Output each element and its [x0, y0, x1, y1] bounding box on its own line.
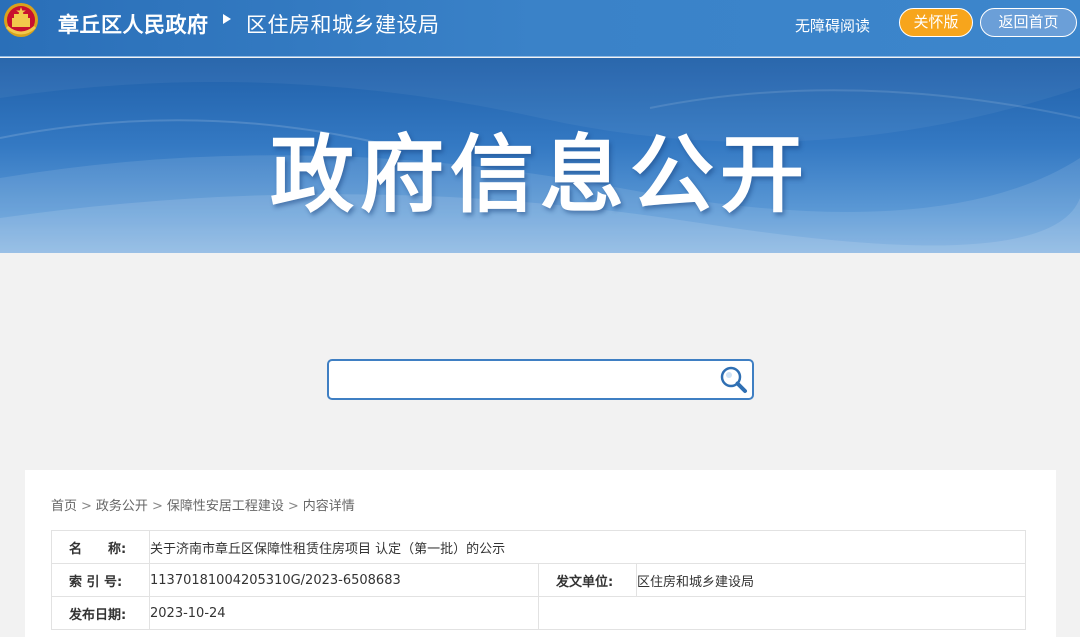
index-value: 11370181004205310G/2023-6508683 — [150, 572, 401, 588]
care-version-button[interactable]: 关怀版 — [899, 8, 973, 37]
search-input[interactable] — [335, 365, 715, 394]
breadcrumb-separator: > — [81, 499, 92, 514]
breadcrumb-detail: 内容详情 — [302, 499, 355, 514]
top-header: 章丘区人民政府 区住房和城乡建设局 无障碍阅读 关怀版 返回首页 — [0, 0, 1080, 57]
table-row: 名 称: 关于济南市章丘区保障性租赁住房项目 认定（第一批）的公示 — [51, 530, 1026, 564]
breadcrumb: 首页 > 政务公开 > 保障性安居工程建设 > 内容详情 — [51, 495, 355, 514]
site-name[interactable]: 章丘区人民政府 — [58, 9, 209, 39]
triangle-arrow-icon — [223, 14, 231, 24]
breadcrumb-home[interactable]: 首页 — [51, 499, 77, 514]
national-emblem-icon — [4, 3, 38, 37]
banner-title: 政府信息公开 — [269, 126, 810, 224]
search-box — [327, 359, 754, 400]
accessible-reading-link[interactable]: 无障碍阅读 — [795, 15, 870, 36]
banner: 政府信息公开 — [0, 58, 1080, 253]
breadcrumb-public-affairs[interactable]: 政务公开 — [96, 499, 148, 514]
date-label: 发布日期: — [69, 607, 127, 623]
table-row: 索 引 号: 11370181004205310G/2023-6508683 发… — [51, 563, 1026, 597]
name-value: 关于济南市章丘区保障性租赁住房项目 认定（第一批）的公示 — [150, 541, 506, 557]
breadcrumb-separator: > — [151, 499, 163, 514]
name-label: 名 称: — [69, 541, 127, 557]
back-home-button[interactable]: 返回首页 — [980, 8, 1077, 37]
index-label: 索 引 号: — [69, 574, 123, 590]
breadcrumb-separator: > — [287, 499, 299, 514]
table-row: 发布日期: 2023-10-24 — [51, 596, 1026, 630]
issuer-label: 发文单位: — [556, 574, 614, 590]
date-value: 2023-10-24 — [150, 605, 226, 621]
search-icon[interactable] — [718, 365, 750, 395]
issuer-value: 区住房和城乡建设局 — [637, 574, 755, 590]
info-table: 名 称: 关于济南市章丘区保障性租赁住房项目 认定（第一批）的公示 索 引 号:… — [51, 530, 1026, 630]
breadcrumb-housing-project[interactable]: 保障性安居工程建设 — [167, 499, 284, 514]
department-name[interactable]: 区住房和城乡建设局 — [246, 9, 440, 39]
